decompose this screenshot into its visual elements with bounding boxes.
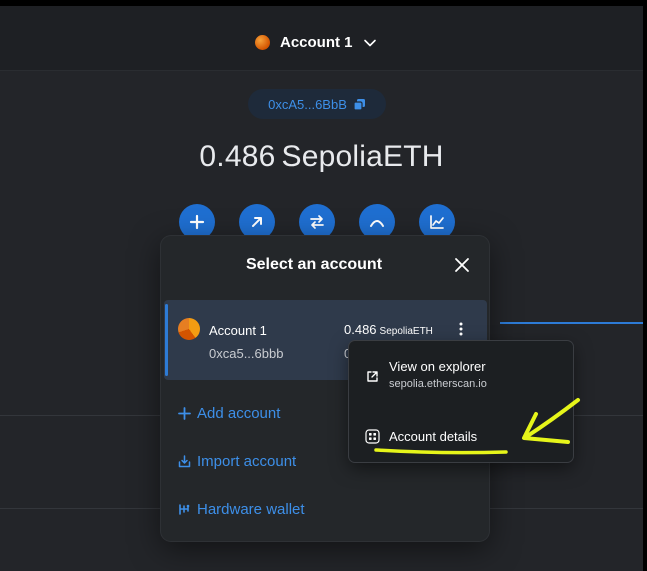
action-buttons xyxy=(179,204,455,240)
kebab-menu-icon[interactable] xyxy=(456,320,466,338)
swap-button[interactable] xyxy=(299,204,335,240)
balance-unit: SepoliaETH xyxy=(281,140,444,173)
copy-icon xyxy=(353,98,365,111)
view-on-explorer-label: View on explorer xyxy=(389,359,486,374)
account-picker[interactable]: Account 1 xyxy=(255,34,377,51)
external-link-icon xyxy=(367,371,378,382)
account-name: Account 1 xyxy=(209,323,267,338)
chart-icon xyxy=(430,215,444,229)
send-button[interactable] xyxy=(239,204,275,240)
account-balance-amount: 0.486 xyxy=(344,322,377,337)
account-avatar-icon xyxy=(178,318,200,340)
account-balance: 0.486 SepoliaETH xyxy=(344,322,433,337)
account-details-item[interactable]: Account details xyxy=(365,429,477,444)
account-balance-unit: SepoliaETH xyxy=(379,326,433,337)
bridge-button[interactable] xyxy=(359,204,395,240)
balance-amount: 0.486 xyxy=(199,140,276,173)
address-copy-button[interactable]: 0xcA5...6BbB xyxy=(248,89,386,119)
chevron-down-icon xyxy=(363,39,376,46)
add-account-label: Add account xyxy=(197,405,281,422)
view-on-explorer-item[interactable]: View on explorer sepolia.etherscan.io xyxy=(365,359,487,390)
plus-icon xyxy=(189,214,205,230)
address-text: 0xcA5...6BbB xyxy=(268,96,347,112)
modal-title: Select an account xyxy=(245,256,383,273)
window-edge xyxy=(643,0,647,571)
app-header: Account 1 xyxy=(0,6,643,71)
hardware-wallet-label: Hardware wallet xyxy=(197,501,305,518)
hardware-wallet-icon xyxy=(179,504,190,515)
add-account-button[interactable]: Add account xyxy=(178,405,280,422)
selected-indicator xyxy=(165,304,168,376)
import-icon xyxy=(178,455,191,468)
account-avatar-icon xyxy=(255,35,270,50)
bridge-icon xyxy=(370,220,384,227)
arrow-up-right-icon xyxy=(252,217,262,227)
hardware-wallet-button[interactable]: Hardware wallet xyxy=(178,501,305,518)
account-options-menu: View on explorer sepolia.etherscan.io Ac… xyxy=(349,341,573,462)
tab-underline xyxy=(500,322,643,324)
import-account-button[interactable]: Import account xyxy=(178,453,296,470)
plus-icon xyxy=(178,407,191,420)
close-icon[interactable] xyxy=(453,256,471,274)
explorer-domain: sepolia.etherscan.io xyxy=(389,378,487,390)
account-address: 0xca5...6bbb xyxy=(209,346,284,361)
balance-display: 0.486 SepoliaETH xyxy=(0,140,643,174)
portfolio-button[interactable] xyxy=(419,204,455,240)
import-account-label: Import account xyxy=(197,453,297,470)
scan-barcode-icon xyxy=(365,429,380,444)
account-picker-label: Account 1 xyxy=(280,34,353,51)
account-details-label: Account details xyxy=(389,429,478,444)
buy-button[interactable] xyxy=(179,204,215,240)
swap-icon xyxy=(310,215,324,229)
